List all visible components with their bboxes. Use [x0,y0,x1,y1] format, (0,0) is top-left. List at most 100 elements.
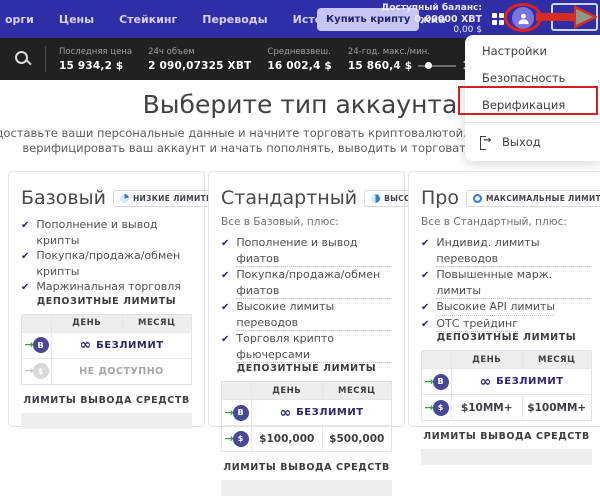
feature-item: ✔ Покупка/продажа/обмен фиатов [221,267,392,299]
range-slider-dot [425,62,432,69]
fiat-deposit-icon: $ [33,363,49,379]
deposit-limits-title: ДЕПОЗИТНЫЕ ЛИМИТЫ [221,363,392,374]
badge-label: НИЗКИЕ ЛИМИТЫ [133,194,214,203]
stat-value: 15 934,2 $ [59,60,132,72]
feature-label: Пополнение и вывод фиатов [236,235,392,267]
feature-item: ✔Торговля крипто фьючерсами [221,331,392,363]
feature-label: Индивид. лимиты переводов [436,235,592,267]
limits-badge: НИЗКИЕ ЛИМИТЫ [113,190,221,207]
col-header-month: МЕСЯЦ [522,351,592,368]
infinity-icon: ∞ [279,408,291,418]
logout-label: Выход [502,135,541,149]
low-limits-pie-icon [120,194,129,203]
check-icon: ✔ [221,300,229,316]
card-intro: Все в Базовый, плюс: [221,216,392,228]
check-icon: ✔ [421,268,429,284]
stat-weighted-avg: Средневзвеш. 16 002,4 $ [267,47,331,72]
check-icon: ✔ [221,236,229,252]
check-icon: ✔ [21,249,29,265]
fiat-day-limit: $100,000 [259,433,314,445]
fiat-day-limit: $10ММ+ [461,402,513,414]
account-type-cards: Базовый НИЗКИЕ ЛИМИТЫ ✔ Пополнение и выво… [0,171,600,427]
stat-label: Последняя цена [59,47,132,57]
range-slider [418,65,456,67]
feature-item: ✔ Пополнение и вывод крипты [21,217,192,248]
card-title: Стандартный [221,187,357,209]
feature-label: Высокие лимиты переводов [236,299,392,331]
range-min-value: 15 860,4 $ [348,60,412,72]
nav-item-staking[interactable]: Стейкинг [119,13,177,26]
crypto-deposit-icon: B [433,374,449,390]
deposit-limits-title: ДЕПОЗИТНЫЕ ЛИМИТЫ [421,332,592,343]
menu-item-settings[interactable]: Настройки [465,37,600,64]
badge-label: МАКСИМАЛЬНЫЕ ЛИМИТЫ [486,194,600,203]
feature-item: ✔ОТС трейдинг [421,316,592,333]
card-basic[interactable]: Базовый НИЗКИЕ ЛИМИТЫ ✔Пополнение и выво… [8,171,205,427]
deposit-limits-table: ДЕНЬ МЕСЯЦ B ∞БЕЗЛИМИТ $ $10ММ+ $100ММ+ [421,350,592,421]
stat-value: 16 002,4 $ [267,60,331,72]
card-standard[interactable]: Стандартный ВЫСОКИЕ ЛИМИТЫ Все в Базовый… [208,171,405,427]
menu-divider [465,122,600,123]
not-available-label: НЕ ДОСТУПНО [79,366,164,377]
check-icon: ✔ [21,280,29,296]
feature-item: ✔ Пополнение и вывод фиатов [221,235,392,267]
unlimited-label: БЕЗЛИМИТ [296,407,363,418]
withdraw-limits-title: ЛИМИТЫ ВЫВОДА СРЕДСТВ [421,431,592,442]
feature-item: ✔ Покупка/продажа/обмен крипты [21,248,192,279]
withdraw-table-header-strip [21,413,192,429]
feature-label: Покупка/продажа/обмен крипты [36,248,192,279]
deposit-limits-table: ДЕНЬ МЕСЯЦ B ∞БЕЗЛИМИТ $ НЕ ДОСТУПНО [21,314,192,385]
limits-badge: МАКСИМАЛЬНЫЕ ЛИМИТЫ [466,190,600,207]
col-header-day: ДЕНЬ [452,351,522,368]
balance-label: Доступный баланс: [381,3,482,14]
card-title: Про [421,187,459,209]
nav-item-prices[interactable]: Цены [59,13,94,26]
withdraw-table-header-strip [421,449,592,465]
high-limits-pie-icon [371,194,380,203]
unlimited-label: БЕЗЛИМИТ [96,340,163,351]
feature-label: Пополнение и вывод крипты [36,217,192,248]
infinity-icon: ∞ [79,340,91,350]
stat-label: 24ч объем [148,47,251,57]
stat-last-price: Последняя цена 15 934,2 $ [59,47,132,72]
feature-item: ✔Повышенные марж. лимиты [421,267,592,299]
annotation-verification-box [458,86,598,115]
col-header-day: ДЕНЬ [52,315,122,332]
annotation-arrow-head-inner [576,9,593,25]
stat-value: 2 090,07325 XBT [148,60,251,72]
col-header-day: ДЕНЬ [252,382,322,399]
menu-item-logout[interactable]: Выход [465,127,600,153]
fiat-deposit-icon: $ [233,431,249,447]
nav-item-transfers[interactable]: Переводы [202,13,267,26]
card-pro[interactable]: Про МАКСИМАЛЬНЫЕ ЛИМИТЫ Все в Стандартны… [408,171,600,427]
max-limits-ring-icon [473,194,482,203]
divider [45,46,46,72]
card-title: Базовый [21,187,106,209]
feature-item: ✔Высокие API лимиты [421,299,592,316]
card-intro: Все в Стандартный, плюс: [421,216,592,228]
annotation-arrow-shaft [536,13,578,21]
search-icon[interactable] [15,51,32,68]
feature-item: ✔Индивид. лимиты переводов [421,235,592,267]
balance-crypto-value: 0,00000 XBT [381,14,482,25]
feature-item: ✔ Высокие лимиты переводов [221,299,392,331]
nav-item-torgi[interactable]: орги [5,13,34,26]
withdraw-table-header-strip [221,480,392,496]
apps-grid-icon[interactable] [492,13,504,25]
stat-label: Средневзвеш. [267,47,331,57]
check-icon: ✔ [421,317,429,333]
fiat-deposit-icon: $ [433,400,449,416]
balance-block: Доступный баланс: 0,00000 XBT 0,00 $ [381,3,482,36]
feature-item: ✔ Маржинальная торговля [21,279,192,296]
check-icon: ✔ [221,268,229,284]
crypto-deposit-icon: B [233,405,249,421]
withdraw-limits-title: ЛИМИТЫ ВЫВОДА СРЕДСТВ [221,462,392,473]
deposit-limits-table: ДЕНЬ МЕСЯЦ B ∞БЕЗЛИМИТ $ $100,000 $500,0… [221,381,392,452]
feature-label: Маржинальная торговля [36,279,181,295]
check-icon: ✔ [221,332,229,348]
check-icon: ✔ [21,218,29,234]
feature-label: Высокие API лимиты [436,299,555,316]
col-header-month: МЕСЯЦ [122,315,192,332]
stat-24h-volume: 24ч объем 2 090,07325 XBT [148,47,251,72]
feature-label: Покупка/продажа/обмен фиатов [236,267,392,299]
